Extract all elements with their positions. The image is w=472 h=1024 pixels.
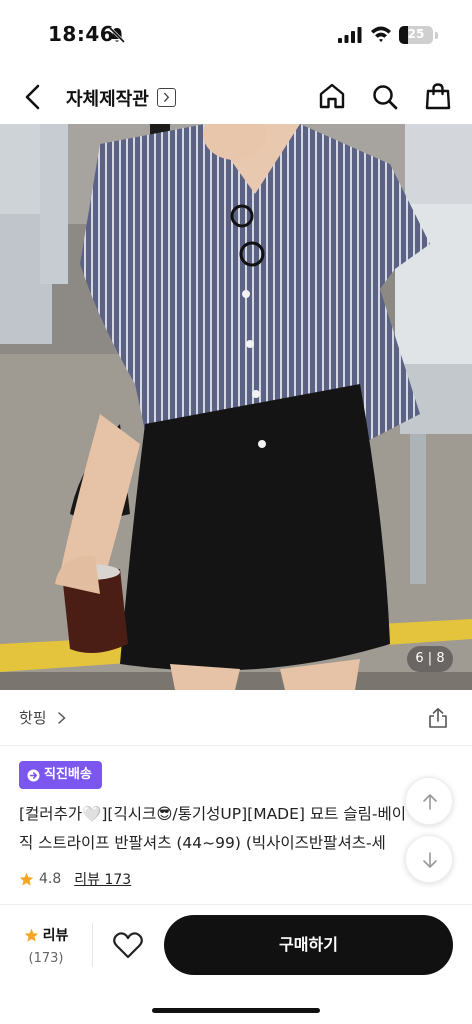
chevron-right-icon[interactable] [157,88,176,107]
home-icon[interactable] [318,82,346,110]
top-nav-bar: 자체제작관 [0,70,472,124]
divider [92,923,93,967]
arrow-down-icon [423,852,437,868]
chevron-right-icon[interactable] [56,711,68,725]
review-summary-top: 리뷰 [14,925,78,945]
image-counter: 6 | 8 [407,646,453,672]
brand-name[interactable]: 핫핑 [19,707,47,728]
review-count-link[interactable]: 리뷰 173 [74,869,131,889]
bell-off-icon [108,26,126,44]
product-photo [0,124,472,690]
battery-tip [435,32,438,39]
battery-icon: 25 [399,26,433,44]
scroll-down-button[interactable] [405,835,453,883]
rating-row: 4.8 리뷰 173 [19,868,131,890]
review-summary[interactable]: 리뷰 (173) [14,925,78,966]
direct-delivery-badge: 직진배송 [19,761,102,789]
scroll-up-button[interactable] [405,777,453,825]
rating-value: 4.8 [39,871,62,887]
arrow-up-icon [423,794,437,810]
shopping-bag-icon[interactable] [424,82,452,110]
star-icon [19,872,34,886]
search-icon[interactable] [371,83,399,111]
back-icon[interactable] [20,82,48,112]
home-indicator [152,1008,320,1013]
buy-button[interactable]: 구매하기 [164,915,453,975]
shop-name[interactable]: 자체제작관 [66,85,149,111]
battery-level-text: 25 [407,27,425,41]
star-icon [24,928,38,942]
wifi-icon [371,26,391,42]
status-time: 18:46 [48,22,115,46]
review-label: 리뷰 [42,928,69,944]
product-title: [컬러추가🤍][긱시크😎/통기성UP][MADE] 묘트 슬림-베이 직 스트라… [19,800,419,858]
product-title-line-1: [컬러추가🤍][긱시크😎/통기성UP][MADE] 묘트 슬림-베이 [19,805,406,823]
bottom-action-bar: 리뷰 (173) 구매하기 [0,904,472,1024]
review-count: (173) [28,951,64,966]
cellular-signal-icon [338,27,362,43]
heart-icon[interactable] [112,930,144,960]
product-title-line-2: 직 스트라이프 반팔셔츠 (44~99) (빅사이즈반팔셔츠-세 [19,834,386,852]
status-bar: 18:46 25 [0,0,472,68]
brand-row: 핫핑 [0,690,472,746]
badge-label: 직진배송 [44,767,92,782]
delivery-arrow-icon [27,769,40,781]
share-icon[interactable] [426,706,450,730]
product-image-gallery[interactable] [0,124,472,690]
